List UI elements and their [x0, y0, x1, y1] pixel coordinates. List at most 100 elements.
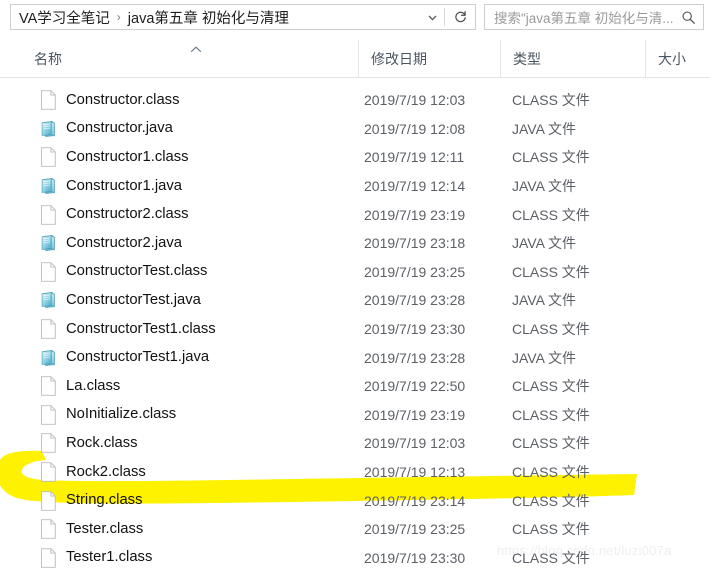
file-type-cell: CLASS 文件	[512, 433, 590, 453]
file-row[interactable]: Tester1.class2019/7/19 23:30CLASS 文件	[0, 544, 710, 572]
file-row[interactable]: ConstructorTest1.java 2019/7/19 23:28 JAVA…	[0, 343, 710, 372]
file-name-label: ConstructorTest1.class	[66, 322, 216, 337]
file-date-cell: 2019/7/19 23:18	[364, 235, 465, 251]
file-row[interactable]: Rock.class2019/7/19 12:03CLASS 文件	[0, 429, 710, 458]
file-name-label: ConstructorTest1.java	[66, 350, 209, 365]
file-name-label: Constructor2.class	[66, 207, 189, 222]
file-name-label: ConstructorTest.java	[66, 293, 201, 308]
file-name-cell[interactable]: La.class	[40, 376, 120, 396]
file-name-cell[interactable]: Constructor.java	[40, 119, 173, 139]
file-name-cell[interactable]: Constructor.class	[40, 90, 179, 110]
refresh-icon[interactable]	[445, 5, 475, 29]
file-row[interactable]: Constructor.java2019/7/19 12:08JAVA 文件	[0, 115, 710, 144]
file-date-cell: 2019/7/19 23:25	[364, 521, 465, 537]
generic-file-icon	[40, 262, 66, 282]
file-row[interactable]: Rock2.class2019/7/19 12:13CLASS 文件	[0, 458, 710, 487]
file-name-label: String.class	[66, 493, 142, 508]
breadcrumb-root[interactable]: VA学习全笔记	[11, 7, 110, 28]
java-file-icon	[40, 348, 66, 368]
file-row[interactable]: Constructor2.java2019/7/19 23:18JAVA 文件	[0, 229, 710, 258]
search-icon[interactable]	[673, 5, 703, 29]
breadcrumb-current[interactable]: java第五章 初始化与清理	[128, 7, 289, 28]
file-date-cell: 2019/7/19 12:14	[364, 178, 465, 194]
file-date-cell: 2019/7/19 12:11	[364, 149, 464, 165]
file-name-cell[interactable]: ConstructorTest1.java	[40, 348, 209, 368]
breadcrumb-separator-icon: ›	[110, 10, 128, 24]
file-date-cell: 2019/7/19 23:19	[364, 207, 465, 223]
file-row[interactable]: ConstructorTest1.class 2019/7/19 23:30 CLA…	[0, 315, 710, 344]
generic-file-icon	[40, 90, 66, 110]
file-date-cell: 2019/7/19 23:30	[364, 550, 465, 566]
file-row[interactable]: Constructor1.java 2019/7/19 12:14 JAVA 文件	[0, 172, 710, 201]
file-row[interactable]: ConstructorTest.java 2019/7/19 23:28 JAVA …	[0, 286, 710, 315]
file-name-label: Tester1.class	[66, 550, 152, 565]
file-name-label: ConstructorTest.class	[66, 264, 207, 279]
file-type-cell: CLASS 文件	[512, 319, 590, 339]
file-name-cell[interactable]: ConstructorTest.java	[40, 290, 201, 310]
file-date-cell: 2019/7/19 23:30	[364, 321, 465, 337]
file-name-cell[interactable]: Constructor1.class	[40, 147, 189, 167]
file-row[interactable]: Constructor.class2019/7/19 12:03CLASS 文件	[0, 86, 710, 115]
file-name-cell[interactable]: NoInitialize.class	[40, 405, 176, 425]
file-row[interactable]: Constructor1.class 2019/7/19 12:11 CLASS 文…	[0, 143, 710, 172]
chevron-down-icon[interactable]	[420, 5, 444, 29]
generic-file-icon	[40, 405, 66, 425]
file-name-cell[interactable]: Constructor2.java	[40, 233, 182, 253]
file-date-cell: 2019/7/19 23:28	[364, 292, 465, 308]
file-row[interactable]: Tester.class2019/7/19 23:25CLASS 文件	[0, 515, 710, 544]
file-name-cell[interactable]: String.class	[40, 491, 142, 511]
column-header-size[interactable]: 大小	[645, 40, 710, 77]
generic-file-icon	[40, 519, 66, 539]
column-header-date[interactable]: 修改日期	[358, 40, 500, 77]
file-name-cell[interactable]: Rock.class	[40, 433, 138, 453]
file-row[interactable]: La.class2019/7/19 22:50CLASS 文件	[0, 372, 710, 401]
file-name-label: Tester.class	[66, 522, 143, 537]
file-name-cell[interactable]: ConstructorTest1.class	[40, 319, 216, 339]
file-date-cell: 2019/7/19 23:28	[364, 350, 465, 366]
file-date-cell: 2019/7/19 12:08	[364, 121, 465, 137]
file-row[interactable]: ConstructorTest.class2019/7/19 23:25CLAS…	[0, 258, 710, 287]
file-name-cell[interactable]: Constructor1.java	[40, 176, 182, 196]
file-type-cell: CLASS 文件	[512, 376, 590, 396]
column-header-date-label: 修改日期	[359, 49, 427, 69]
file-type-cell: CLASS 文件	[512, 262, 590, 282]
column-header-size-label: 大小	[646, 49, 686, 69]
file-date-cell: 2019/7/19 23:19	[364, 407, 465, 423]
search-box[interactable]: 搜索"java第五章 初始化与清...	[484, 4, 704, 30]
file-name-cell[interactable]: Rock2.class	[40, 462, 146, 482]
generic-file-icon	[40, 205, 66, 225]
address-path-box[interactable]: VA学习全笔记 › java第五章 初始化与清理	[10, 4, 476, 30]
generic-file-icon	[40, 462, 66, 482]
java-file-icon	[40, 119, 66, 139]
file-date-cell: 2019/7/19 12:03	[364, 92, 465, 108]
file-name-cell[interactable]: Tester.class	[40, 519, 143, 539]
file-name-label: Constructor.class	[66, 93, 179, 108]
file-type-cell: CLASS 文件	[512, 405, 590, 425]
java-file-icon	[40, 290, 66, 310]
search-input[interactable]: 搜索"java第五章 初始化与清...	[485, 7, 673, 27]
file-type-cell: JAVA 文件	[512, 176, 576, 196]
java-file-icon	[40, 176, 66, 196]
file-name-cell[interactable]: Constructor2.class	[40, 205, 189, 225]
file-row[interactable]: Constructor2.class2019/7/19 23:19CLASS 文…	[0, 200, 710, 229]
file-type-cell: CLASS 文件	[512, 147, 590, 167]
column-header-type-label: 类型	[501, 49, 541, 69]
file-name-label: NoInitialize.class	[66, 407, 176, 422]
file-type-cell: CLASS 文件	[512, 462, 590, 482]
file-name-label: La.class	[66, 379, 120, 394]
file-name-label: Constructor.java	[66, 121, 173, 136]
file-name-label: Constructor1.java	[66, 179, 182, 194]
file-type-cell: JAVA 文件	[512, 290, 576, 310]
file-type-cell: JAVA 文件	[512, 348, 576, 368]
sort-ascending-chevron-icon	[189, 41, 203, 50]
file-row[interactable]: String.class2019/7/19 23:14CLASS 文件	[0, 486, 710, 515]
file-name-cell[interactable]: ConstructorTest.class	[40, 262, 207, 282]
file-row[interactable]: NoInitialize.class 2019/7/19 23:19 CLASS 文…	[0, 401, 710, 430]
generic-file-icon	[40, 491, 66, 511]
generic-file-icon	[40, 376, 66, 396]
column-header-name-label: 名称	[22, 49, 62, 69]
column-header-type[interactable]: 类型	[500, 40, 645, 77]
file-list[interactable]: Constructor.class 2019/7/19 12:03 CLASS 文件…	[0, 86, 710, 572]
generic-file-icon	[40, 319, 66, 339]
file-name-label: Rock2.class	[66, 465, 146, 480]
